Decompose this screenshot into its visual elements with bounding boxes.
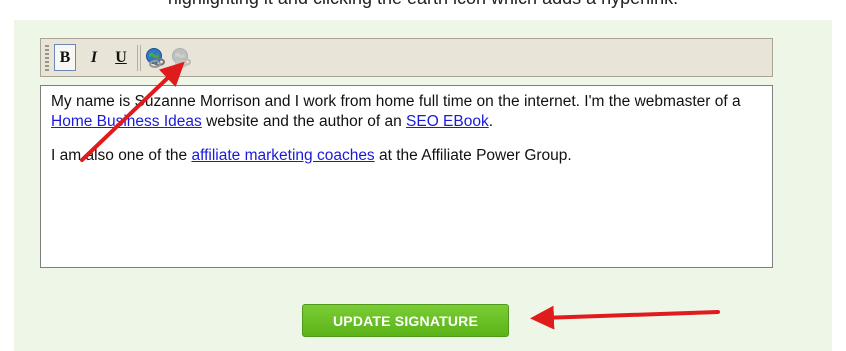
insert-link-icon[interactable] [145,47,167,69]
home-business-ideas-link[interactable]: Home Business Ideas [51,113,202,130]
editor-paragraph: My name is Suzanne Morrison and I work f… [51,92,762,132]
editor-text: My name is Suzanne Morrison and I work f… [51,93,741,110]
editor-text: I am also one of the [51,147,192,164]
affiliate-marketing-coaches-link[interactable]: affiliate marketing coaches [191,147,374,164]
page-caption: highlighting it and clicking the earth i… [0,0,846,9]
toolbar-separator [137,45,138,71]
seo-ebook-link[interactable]: SEO EBook [406,113,489,130]
remove-link-icon[interactable] [171,47,193,69]
underline-button[interactable]: U [110,44,132,71]
editor-text: at the Affiliate Power Group. [374,147,572,164]
toolbar-separator [140,45,141,71]
bold-button[interactable]: B [54,44,76,71]
toolbar-grip[interactable] [45,45,49,71]
editor-toolbar: B I U [40,38,773,77]
editor-text: . [488,113,494,130]
editor-text: website and the author of an [201,113,407,130]
italic-button[interactable]: I [83,44,105,71]
signature-editor[interactable]: My name is Suzanne Morrison and I work f… [40,85,773,268]
editor-paragraph: I am also one of the affiliate marketing… [51,146,762,166]
update-signature-button[interactable]: UPDATE SIGNATURE [302,304,509,337]
